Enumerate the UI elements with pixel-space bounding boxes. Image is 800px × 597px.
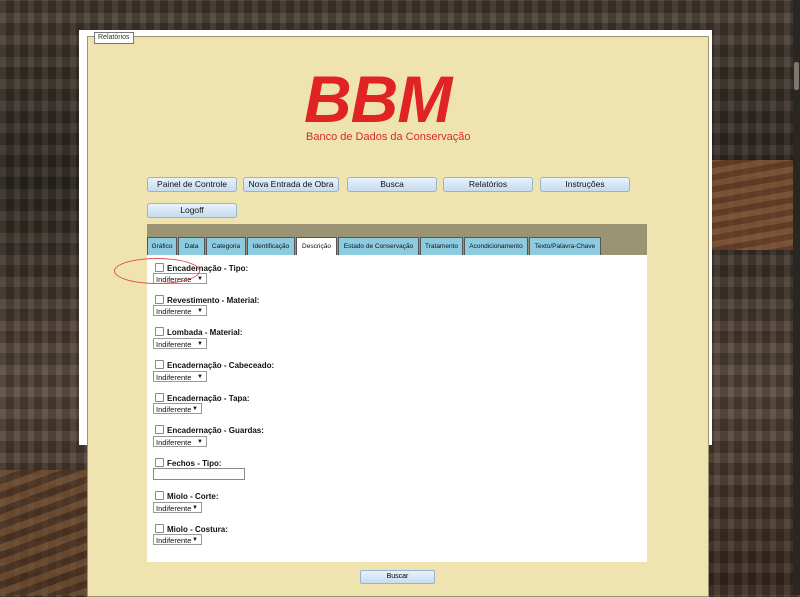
label-miolo-costura: Miolo - Costura: [167, 525, 228, 534]
tab-data[interactable]: Data [178, 237, 205, 255]
label-encadernacao-guardas: Encadernação - Guardas: [167, 426, 264, 435]
select-value: Indiferente [156, 438, 192, 447]
tab-identificacao[interactable]: Identificação [247, 237, 295, 255]
logo-subtitle: Banco de Dados da Conservação [306, 131, 471, 143]
tab-grafico[interactable]: Gráfico [147, 237, 177, 255]
tab-categoria[interactable]: Categoria [206, 237, 246, 255]
label-revestimento-material: Revestimento - Material: [167, 296, 260, 305]
checkbox-revestimento-material[interactable] [155, 295, 164, 304]
background-wood-texture-left [0, 470, 90, 595]
dropdown-arrow-icon: ▼ [192, 406, 198, 412]
dropdown-arrow-icon: ▼ [192, 505, 198, 511]
select-encadernacao-tapa[interactable]: Indiferente ▼ [153, 403, 202, 414]
dropdown-arrow-icon: ▼ [197, 276, 203, 282]
logo-title: BBM [304, 62, 452, 136]
select-lombada-material[interactable]: Indiferente ▼ [153, 338, 207, 349]
select-value: Indiferente [156, 405, 192, 414]
select-revestimento-material[interactable]: Indiferente ▼ [153, 305, 207, 316]
select-value: Indiferente [156, 536, 192, 545]
dropdown-arrow-icon: ▼ [197, 439, 203, 445]
fieldset-legend: Relatórios [94, 32, 134, 44]
nav-instrucoes-button[interactable]: Instruções [540, 177, 630, 192]
label-lombada-material: Lombada - Material: [167, 328, 243, 337]
tab-texto-palavra-chave[interactable]: Texto/Palavra-Chave [529, 237, 601, 255]
bbm-logo: BBM Banco de Dados da Conservação [304, 64, 504, 143]
tab-estado-de-conservacao[interactable]: Estado de Conservação [338, 237, 419, 255]
dropdown-arrow-icon: ▼ [192, 537, 198, 543]
select-value: Indiferente [156, 504, 192, 513]
select-value: Indiferente [156, 340, 192, 349]
select-miolo-corte[interactable]: Indiferente ▼ [153, 502, 202, 513]
highlight-annotation-circle [114, 258, 200, 284]
dropdown-arrow-icon: ▼ [197, 374, 203, 380]
select-value: Indiferente [156, 373, 192, 382]
checkbox-encadernacao-cabeceado[interactable] [155, 360, 164, 369]
select-encadernacao-cabeceado[interactable]: Indiferente ▼ [153, 371, 207, 382]
tab-descricao[interactable]: Descrição [296, 237, 337, 256]
checkbox-encadernacao-tapa[interactable] [155, 393, 164, 402]
select-value: Indiferente [156, 307, 192, 316]
label-miolo-corte: Miolo - Corte: [167, 492, 219, 501]
checkbox-miolo-corte[interactable] [155, 491, 164, 500]
tab-tratamento[interactable]: Tratamento [420, 237, 463, 255]
select-encadernacao-guardas[interactable]: Indiferente ▼ [153, 436, 207, 447]
label-encadernacao-tapa: Encadernação - Tapa: [167, 394, 250, 403]
dropdown-arrow-icon: ▼ [197, 341, 203, 347]
tab-acondicionamento[interactable]: Acondicionamento [464, 237, 528, 255]
nav-busca-button[interactable]: Busca [347, 177, 437, 192]
checkbox-fechos-tipo[interactable] [155, 458, 164, 467]
select-miolo-costura[interactable]: Indiferente ▼ [153, 534, 202, 545]
nav-nova-entrada-button[interactable]: Nova Entrada de Obra [243, 177, 339, 192]
label-encadernacao-cabeceado: Encadernação - Cabeceado: [167, 361, 275, 370]
checkbox-lombada-material[interactable] [155, 327, 164, 336]
checkbox-encadernacao-guardas[interactable] [155, 425, 164, 434]
checkbox-miolo-costura[interactable] [155, 524, 164, 533]
input-fechos-tipo[interactable] [153, 468, 245, 480]
nav-relatorios-button[interactable]: Relatórios [443, 177, 533, 192]
dropdown-arrow-icon: ▼ [197, 308, 203, 314]
scrollbar-thumb[interactable] [794, 62, 799, 90]
label-fechos-tipo: Fechos - Tipo: [167, 459, 222, 468]
nav-painel-de-controle-button[interactable]: Painel de Controle [147, 177, 237, 192]
buscar-button[interactable]: Buscar [360, 570, 435, 584]
nav-logoff-button[interactable]: Logoff [147, 203, 237, 218]
